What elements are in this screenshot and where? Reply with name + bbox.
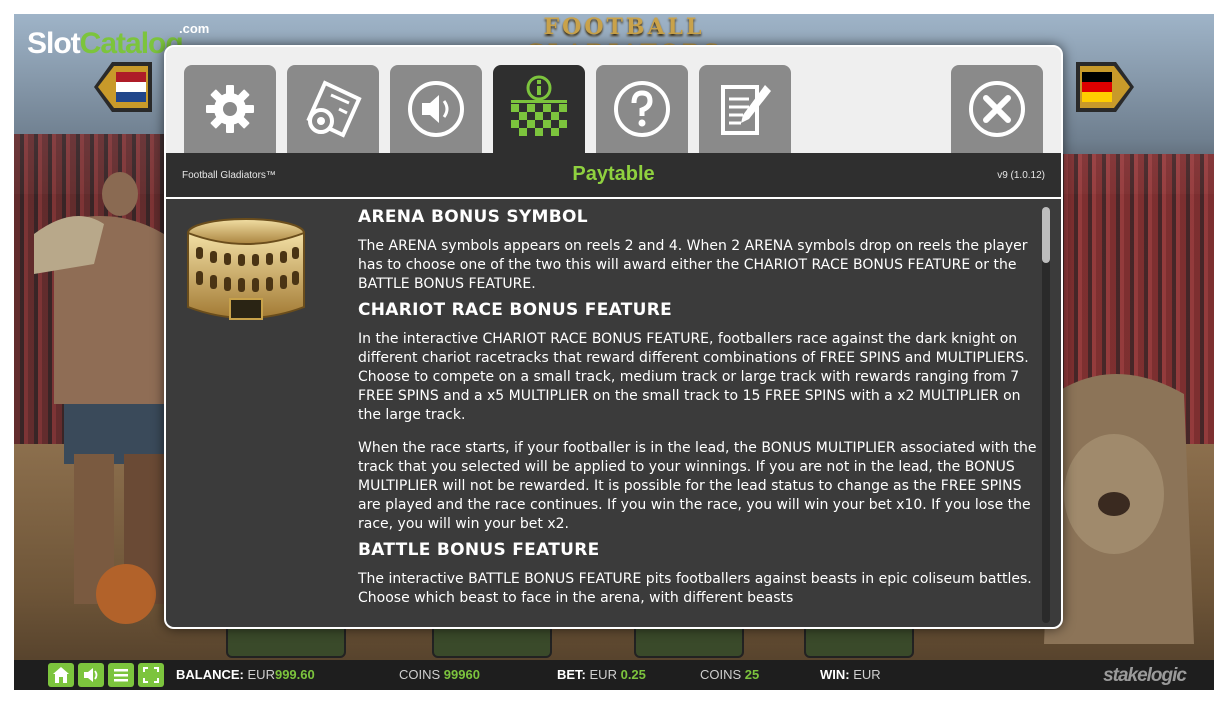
paytable-modal: Football Gladiators™ Paytable v9 (1.0.12… [164, 45, 1063, 629]
info-grid-icon [511, 75, 567, 136]
sound-button[interactable] [78, 663, 104, 687]
tab-bar [166, 47, 1061, 153]
coins-display: COINS 99960 [399, 667, 480, 682]
gladiator-character [34, 172, 174, 624]
coin-value: 25 [744, 667, 760, 682]
settings-document-icon [306, 80, 362, 138]
tab-settings[interactable] [184, 65, 276, 153]
section-paragraph: The ARENA symbols appears on reels 2 and… [358, 238, 1028, 292]
tab-paytable[interactable] [493, 65, 585, 153]
section-paragraph: The interactive BATTLE BONUS FEATURE pit… [358, 571, 1032, 606]
balance-label: BALANCE: [176, 667, 244, 682]
coins-label: COINS [399, 667, 441, 682]
question-icon [614, 81, 670, 137]
section-paragraph: When the race starts, if your footballer… [358, 440, 1037, 532]
notepad-pen-icon [721, 85, 771, 135]
status-bar: BALANCE: EUR999.60 COINS 99960 BET: EUR … [14, 660, 1214, 690]
slotcatalog-watermark: SlotCatalog .com [27, 21, 209, 61]
lion-beast-character [1044, 374, 1194, 644]
dutch-flag-icon[interactable] [94, 62, 152, 112]
bet-label: BET: [557, 667, 586, 682]
bet-value: 0.25 [620, 667, 646, 682]
coin-value-display: COINS 25 [700, 667, 759, 682]
balance-display: BALANCE: EUR999.60 [176, 667, 315, 682]
bet-display: BET: EUR 0.25 [557, 667, 646, 682]
bet-currency: EUR [589, 667, 617, 682]
coin-value-label: COINS [700, 667, 742, 682]
speaker-icon [84, 668, 98, 682]
home-icon [53, 667, 69, 683]
stakelogic-logo: stakelogic [1103, 665, 1187, 686]
version-label: v9 (1.0.12) [997, 170, 1045, 181]
scrollbar[interactable] [1042, 207, 1050, 623]
paytable-content[interactable]: ARENA BONUS SYMBOL The ARENA symbols app… [166, 199, 1061, 627]
paytable-header: Football Gladiators™ Paytable v9 (1.0.12… [166, 153, 1061, 197]
close-icon [969, 81, 1025, 137]
home-button[interactable] [48, 663, 74, 687]
win-currency: EUR [853, 667, 881, 682]
section-heading: ARENA BONUS SYMBOL [358, 207, 588, 227]
watermark-com: .com [179, 21, 210, 36]
tab-rules[interactable] [699, 65, 791, 153]
menu-button[interactable] [108, 663, 134, 687]
menu-icon [114, 669, 128, 682]
fullscreen-button[interactable] [138, 663, 164, 687]
tab-close[interactable] [951, 65, 1043, 153]
section-heading: BATTLE BONUS FEATURE [358, 540, 600, 560]
fullscreen-icon [143, 667, 159, 683]
coins-value: 99960 [443, 667, 480, 682]
win-display: WIN: EUR [820, 667, 881, 682]
section-heading: CHARIOT RACE BONUS FEATURE [358, 300, 673, 320]
tab-autoplay-settings[interactable] [287, 65, 379, 153]
arena-symbol-image [187, 218, 305, 320]
paytable-text: ARENA BONUS SYMBOL The ARENA symbols app… [358, 207, 1038, 614]
balance-value: 999.60 [274, 667, 315, 682]
balance-currency: EUR [247, 667, 275, 682]
page-title: Paytable [572, 163, 655, 185]
win-label: WIN: [820, 667, 850, 682]
watermark-slot: Slot [27, 27, 81, 60]
german-flag-icon[interactable] [1076, 62, 1134, 112]
tab-sound[interactable] [390, 65, 482, 153]
gear-icon [206, 85, 254, 133]
speaker-icon [408, 81, 464, 137]
section-paragraph: In the interactive CHARIOT RACE BONUS FE… [358, 331, 1029, 423]
tab-help[interactable] [596, 65, 688, 153]
scrollbar-thumb[interactable] [1042, 207, 1050, 263]
